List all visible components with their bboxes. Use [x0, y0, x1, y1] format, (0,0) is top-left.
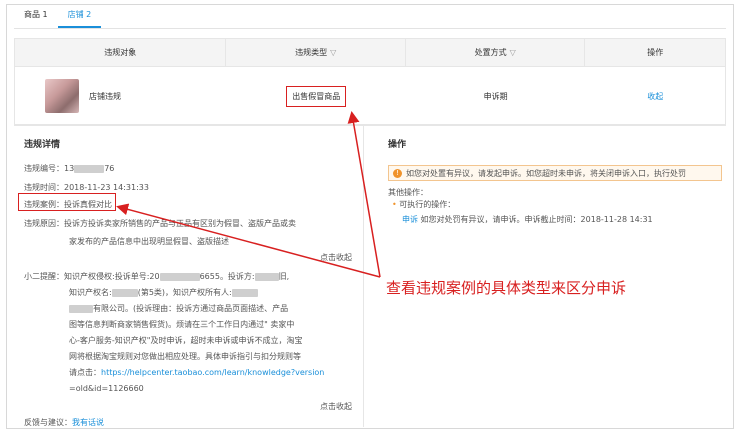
arrow-to-type	[347, 111, 381, 278]
annotation-arrows	[116, 111, 381, 278]
annotation-text: 查看违规案例的具体类型来区分申诉	[386, 279, 627, 297]
arrow-to-case	[116, 203, 381, 278]
